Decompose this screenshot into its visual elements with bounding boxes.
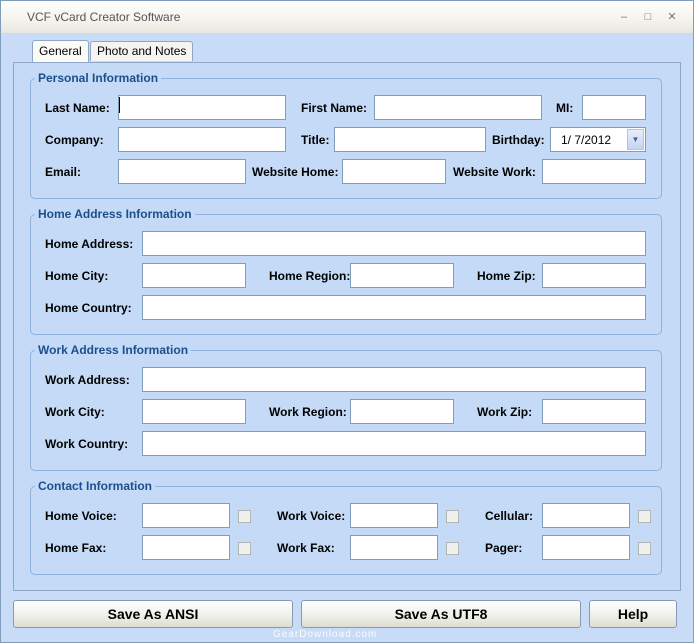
work-fax-checkbox[interactable] <box>446 542 459 555</box>
work-region-input[interactable] <box>350 399 454 424</box>
first-name-input[interactable] <box>374 95 542 120</box>
birthday-value: 1/ 7/2012 <box>561 133 612 147</box>
home-voice-input[interactable] <box>142 503 230 528</box>
work-voice-label: Work Voice: <box>277 509 346 523</box>
website-home-label: Website Home: <box>252 165 339 179</box>
pager-label: Pager: <box>485 541 523 555</box>
email-input[interactable] <box>118 159 246 184</box>
minimize-button[interactable]: – <box>615 9 633 25</box>
cellular-input[interactable] <box>542 503 630 528</box>
birthday-label: Birthday: <box>492 133 545 147</box>
work-address-legend: Work Address Information <box>38 343 189 357</box>
website-work-label: Website Work: <box>453 165 536 179</box>
home-country-label: Home Country: <box>45 301 132 315</box>
home-city-input[interactable] <box>142 263 246 288</box>
help-button[interactable]: Help <box>589 600 677 628</box>
home-region-input[interactable] <box>350 263 454 288</box>
home-address-label: Home Address: <box>45 237 134 251</box>
cellular-label: Cellular: <box>485 509 534 523</box>
save-as-ansi-button[interactable]: Save As ANSI <box>13 600 293 628</box>
company-label: Company: <box>45 133 104 147</box>
home-fax-label: Home Fax: <box>45 541 107 555</box>
watermark: GearDownload.com <box>273 629 378 640</box>
mi-input[interactable] <box>582 95 646 120</box>
work-fax-input[interactable] <box>350 535 438 560</box>
work-country-input[interactable] <box>142 431 646 456</box>
maximize-button[interactable]: □ <box>639 9 657 25</box>
last-name-label: Last Name: <box>45 101 110 115</box>
first-name-label: First Name: <box>301 101 368 115</box>
work-zip-label: Work Zip: <box>477 405 533 419</box>
app-window: VCF vCard Creator Software – □ ✕ General… <box>0 0 694 643</box>
home-city-label: Home City: <box>45 269 109 283</box>
pager-input[interactable] <box>542 535 630 560</box>
website-work-input[interactable] <box>542 159 646 184</box>
home-zip-input[interactable] <box>542 263 646 288</box>
birthday-date-picker[interactable]: 1/ 7/2012 ▼ <box>550 127 646 152</box>
close-button[interactable]: ✕ <box>663 9 681 25</box>
home-voice-checkbox[interactable] <box>238 510 251 523</box>
work-fax-label: Work Fax: <box>277 541 335 555</box>
work-voice-input[interactable] <box>350 503 438 528</box>
tab-general[interactable]: General <box>32 40 89 62</box>
last-name-input[interactable] <box>118 95 286 120</box>
mi-label: MI: <box>556 101 574 115</box>
tab-photo-and-notes[interactable]: Photo and Notes <box>90 41 194 61</box>
home-zip-label: Home Zip: <box>477 269 536 283</box>
cellular-checkbox[interactable] <box>638 510 651 523</box>
company-input[interactable] <box>118 127 286 152</box>
title-label: Title: <box>301 133 330 147</box>
home-fax-checkbox[interactable] <box>238 542 251 555</box>
home-fax-input[interactable] <box>142 535 230 560</box>
work-address-input[interactable] <box>142 367 646 392</box>
home-country-input[interactable] <box>142 295 646 320</box>
work-zip-input[interactable] <box>542 399 646 424</box>
title-bar[interactable]: VCF vCard Creator Software – □ ✕ <box>1 1 693 33</box>
work-city-input[interactable] <box>142 399 246 424</box>
home-address-input[interactable] <box>142 231 646 256</box>
pager-checkbox[interactable] <box>638 542 651 555</box>
work-address-label: Work Address: <box>45 373 130 387</box>
window-title: VCF vCard Creator Software <box>27 10 181 24</box>
work-city-label: Work City: <box>45 405 105 419</box>
work-country-label: Work Country: <box>45 437 129 451</box>
home-voice-label: Home Voice: <box>45 509 117 523</box>
title-input[interactable] <box>334 127 486 152</box>
work-voice-checkbox[interactable] <box>446 510 459 523</box>
general-tab-panel: Personal Information Last Name: First Na… <box>13 62 681 591</box>
text-cursor <box>119 97 120 113</box>
chevron-down-icon[interactable]: ▼ <box>627 129 644 150</box>
contact-info-legend: Contact Information <box>38 479 152 493</box>
email-label: Email: <box>45 165 82 179</box>
save-as-utf8-button[interactable]: Save As UTF8 <box>301 600 581 628</box>
work-region-label: Work Region: <box>269 405 347 419</box>
home-address-legend: Home Address Information <box>38 207 192 221</box>
home-region-label: Home Region: <box>269 269 351 283</box>
personal-info-legend: Personal Information <box>38 71 159 85</box>
website-home-input[interactable] <box>342 159 446 184</box>
